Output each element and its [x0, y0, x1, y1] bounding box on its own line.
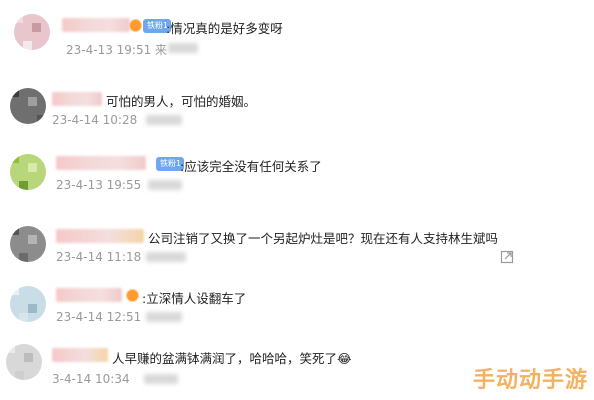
comment-text: :立深情人设翻车了 — [142, 291, 247, 306]
location-blur — [144, 374, 178, 384]
avatar[interactable] — [10, 286, 46, 322]
location-blur — [146, 115, 182, 125]
comment-item: 可怕的男人，可怕的婚姻。 23-4-14 10:28 — [0, 84, 594, 144]
username[interactable] — [56, 229, 144, 243]
avatar[interactable] — [14, 14, 50, 50]
location-blur — [148, 180, 182, 190]
location-blur — [168, 43, 198, 53]
vip-crown-icon — [126, 289, 139, 302]
comment-item: :立深情人设翻车了 23-4-14 12:51 — [0, 282, 594, 342]
vip-crown-icon — [129, 19, 142, 32]
comment-text: :情况真的是好多变呀 — [166, 21, 283, 36]
avatar[interactable] — [10, 154, 46, 190]
avatar[interactable] — [10, 88, 46, 124]
location-blur — [146, 252, 186, 262]
location-blur — [146, 312, 182, 322]
watermark-logo: 手动动手游 — [472, 368, 588, 393]
username[interactable] — [62, 18, 130, 32]
comment-meta: 23-4-14 12:51 — [56, 310, 142, 324]
comment-meta: 3-4-14 10:34 — [52, 372, 130, 386]
username[interactable] — [52, 348, 108, 362]
comment-text: 可怕的男人，可怕的婚姻。 — [106, 94, 257, 109]
comment-meta: 23-4-14 10:28 — [52, 113, 138, 127]
avatar[interactable] — [6, 344, 42, 380]
comment-meta: 23-4-13 19:55 — [56, 178, 142, 192]
username[interactable] — [56, 156, 146, 170]
comment-item: 铁粉1 :情况真的是好多变呀 23-4-13 19:51 来 — [0, 8, 594, 68]
share-icon[interactable] — [500, 250, 514, 264]
username[interactable] — [56, 288, 122, 302]
avatar[interactable] — [10, 226, 46, 262]
comment-meta: 23-4-14 11:18 — [56, 250, 142, 264]
comment-text: 人早赚的盆满钵满润了，哈哈哈，笑死了😂 — [112, 351, 352, 366]
comment-meta: 23-4-13 19:51 来 — [66, 43, 168, 57]
comment-item: 铁粉1 :应该完全没有任何关系了 23-4-13 19:55 — [0, 150, 594, 210]
username[interactable] — [52, 92, 102, 106]
comment-text: :应该完全没有任何关系了 — [180, 159, 322, 174]
comment-text: 公司注销了又换了一个另起炉灶是吧？现在还有人支持林生斌吗 — [148, 231, 499, 246]
comment-item: 公司注销了又换了一个另起炉灶是吧？现在还有人支持林生斌吗 23-4-14 11:… — [0, 224, 594, 284]
